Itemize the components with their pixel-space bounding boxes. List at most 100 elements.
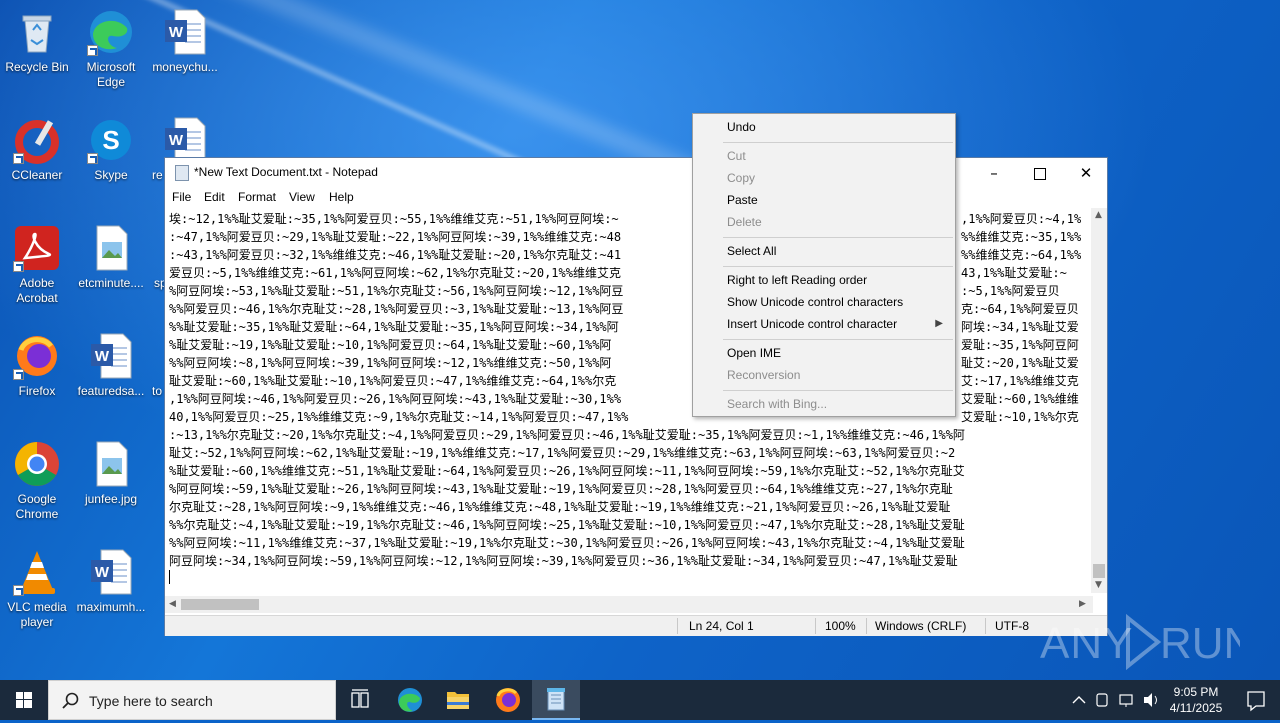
scroll-right-arrow-icon[interactable]: ▶ <box>1079 599 1086 609</box>
firefox-icon <box>13 332 61 380</box>
desktop-icon-google-chrome[interactable]: Google Chrome <box>0 440 74 522</box>
menu-item-rtl-reading-order[interactable]: Right to left Reading order <box>727 273 867 287</box>
desktop-icon-label: VLC media player <box>7 600 67 629</box>
menu-item-search-bing[interactable]: Search with Bing... <box>727 397 827 411</box>
desktop-icon-junfee[interactable]: junfee.jpg <box>74 440 148 507</box>
menu-item-paste[interactable]: Paste <box>727 193 758 207</box>
desktop-icon-ccleaner[interactable]: CCleaner <box>0 116 74 183</box>
clock-time: 9:05 PM <box>1173 685 1219 699</box>
svg-text:S: S <box>102 125 119 155</box>
desktop-icon-label: junfee.jpg <box>84 492 138 506</box>
device-icon <box>1096 693 1108 707</box>
horizontal-scrollbar[interactable]: ◀ ▶ <box>165 596 1093 613</box>
desktop-icon-label: featuredsa... <box>77 384 145 398</box>
desktop-icon-maximumh[interactable]: W maximumh... <box>74 548 148 615</box>
svg-text:RUN: RUN <box>1160 619 1240 668</box>
desktop-icon-skype[interactable]: S Skype <box>74 116 148 183</box>
desktop-icon-firefox[interactable]: Firefox <box>0 332 74 399</box>
svg-text:ANY: ANY <box>1040 619 1133 668</box>
desktop-icon-featuredsa[interactable]: W featuredsa... <box>74 332 148 399</box>
desktop-icon-etcminute[interactable]: etcminute.... <box>74 224 148 291</box>
image-file-icon <box>87 224 135 272</box>
menu-view[interactable]: View <box>289 190 315 204</box>
text-fragment: 克:~64,1%%阿爱豆贝 <box>961 302 1079 316</box>
menu-item-undo[interactable]: Undo <box>727 120 756 134</box>
menu-item-select-all[interactable]: Select All <box>727 244 776 258</box>
scroll-left-arrow-icon[interactable]: ◀ <box>169 599 176 609</box>
notification-center-button[interactable] <box>1232 680 1280 720</box>
taskbar-firefox[interactable] <box>484 680 532 720</box>
desktop-icon-label: Firefox <box>18 384 56 398</box>
task-view-icon <box>351 689 369 708</box>
text-fragment: 爱耻:~35,1%%阿豆阿 <box>961 338 1079 352</box>
start-button[interactable] <box>0 680 48 720</box>
menu-item-reconversion[interactable]: Reconversion <box>727 368 800 382</box>
search-icon <box>62 692 79 709</box>
desktop-icon-recycle-bin[interactable]: Recycle Bin <box>0 8 74 75</box>
title-bar[interactable]: *New Text Document.txt - Notepad – ✕ <box>165 158 1107 188</box>
text-fragment: 耻艾:~20,1%%耻艾爱 <box>961 356 1079 370</box>
menu-file[interactable]: File <box>172 190 191 204</box>
taskbar: Type here to search 9:05 PM 4/11/2025 <box>0 680 1280 720</box>
image-file-icon <box>87 440 135 488</box>
menu-item-copy[interactable]: Copy <box>727 171 755 185</box>
vertical-scroll-thumb[interactable] <box>1093 564 1105 578</box>
menu-item-show-unicode[interactable]: Show Unicode control characters <box>727 295 903 309</box>
text-fragment: %%维维艾克:~64,1%% <box>961 248 1082 262</box>
taskbar-clock[interactable]: 9:05 PM 4/11/2025 <box>1166 684 1226 716</box>
taskbar-search-box[interactable]: Type here to search <box>48 680 336 720</box>
text-fragment: 阿埃:~34,1%%耻艾爱 <box>961 320 1079 334</box>
menu-item-insert-unicode[interactable]: Insert Unicode control character <box>727 317 897 331</box>
text-line: :~47,1%%阿爱豆贝:~29,1%%耻艾爱耻:~22,1%%阿豆阿埃:~39… <box>169 230 622 244</box>
scroll-down-arrow-icon[interactable]: ▼ <box>1095 580 1102 590</box>
menu-item-delete[interactable]: Delete <box>727 215 762 229</box>
desktop-icon-vlc[interactable]: VLC media player <box>0 548 74 630</box>
text-line: %%耻艾爱耻:~35,1%%耻艾爱耻:~64,1%%耻艾爱耻:~35,1%%阿豆… <box>169 320 619 334</box>
vertical-scrollbar[interactable]: ▲ ▼ <box>1091 208 1107 593</box>
firefox-icon <box>496 688 520 712</box>
vlc-icon <box>13 548 61 596</box>
word-document-icon: W <box>87 548 135 596</box>
menu-help[interactable]: Help <box>329 190 354 204</box>
svg-text:W: W <box>169 132 184 149</box>
text-fragment: %%维维艾克:~35,1%% <box>961 230 1082 244</box>
menu-bar: File Edit Format View Help <box>165 188 1107 208</box>
taskbar-edge[interactable] <box>386 680 434 720</box>
menu-edit[interactable]: Edit <box>204 190 225 204</box>
text-line: %阿豆阿埃:~59,1%%耻艾爱耻:~26,1%%阿豆阿埃:~43,1%%耻艾爱… <box>169 482 953 496</box>
text-line: 耻艾:~52,1%%阿豆阿埃:~62,1%%耻艾爱耻:~19,1%%维维艾克:~… <box>169 446 956 460</box>
folder-icon <box>447 692 469 709</box>
text-line: %耻艾爱耻:~19,1%%耻艾爱耻:~10,1%%阿爱豆贝:~64,1%%耻艾爱… <box>169 338 612 352</box>
text-fragment: 艾爱耻:~10,1%%尔克 <box>961 410 1079 424</box>
chrome-icon <box>13 440 61 488</box>
text-line: 阿豆阿埃:~34,1%%阿豆阿埃:~59,1%%阿豆阿埃:~12,1%%阿豆阿埃… <box>169 554 958 568</box>
notepad-window[interactable]: *New Text Document.txt - Notepad – ✕ Fil… <box>164 157 1108 636</box>
task-view-button[interactable] <box>336 680 384 720</box>
text-line: %%尔克耻艾:~4,1%%耻艾爱耻:~19,1%%尔克耻艾:~46,1%%阿豆阿… <box>169 518 965 532</box>
taskbar-notepad[interactable] <box>532 680 580 720</box>
menu-item-open-ime[interactable]: Open IME <box>727 346 781 360</box>
horizontal-scroll-thumb[interactable] <box>181 599 259 610</box>
minimize-button[interactable]: – <box>971 158 1017 188</box>
desktop-icon-microsoft-edge[interactable]: Microsoft Edge <box>74 8 148 90</box>
desktop-icon-label: Recycle Bin <box>5 60 69 74</box>
text-line: %%阿爱豆贝:~46,1%%尔克耻艾:~28,1%%阿爱豆贝:~3,1%%耻艾爱… <box>169 302 624 316</box>
notification-icon <box>1247 691 1265 712</box>
desktop-icon-adobe-acrobat[interactable]: Adobe Acrobat <box>0 224 74 306</box>
menu-item-cut[interactable]: Cut <box>727 149 746 163</box>
close-button[interactable]: ✕ <box>1063 158 1109 188</box>
text-line: %%阿豆阿埃:~8,1%%阿豆阿埃:~39,1%%阿豆阿埃:~12,1%%维维艾… <box>169 356 612 370</box>
text-line: %耻艾爱耻:~60,1%%维维艾克:~51,1%%耻艾爱耻:~64,1%%阿爱豆… <box>169 464 965 478</box>
line-ending: Windows (CRLF) <box>875 619 967 633</box>
text-line: 尔克耻艾:~28,1%%阿豆阿埃:~9,1%%维维艾克:~46,1%%维维艾克:… <box>169 500 951 514</box>
desktop-icon-moneychu[interactable]: W moneychu... <box>148 8 222 75</box>
anyrun-logo-icon: ANY RUN <box>1040 613 1255 671</box>
scroll-up-arrow-icon[interactable]: ▲ <box>1095 210 1102 220</box>
svg-text:W: W <box>95 348 110 365</box>
taskbar-file-explorer[interactable] <box>434 680 482 720</box>
word-document-icon: W <box>161 8 209 56</box>
encoding: UTF-8 <box>995 619 1029 633</box>
menu-format[interactable]: Format <box>238 190 276 204</box>
maximize-button[interactable] <box>1017 158 1063 188</box>
word-document-icon: W <box>87 332 135 380</box>
